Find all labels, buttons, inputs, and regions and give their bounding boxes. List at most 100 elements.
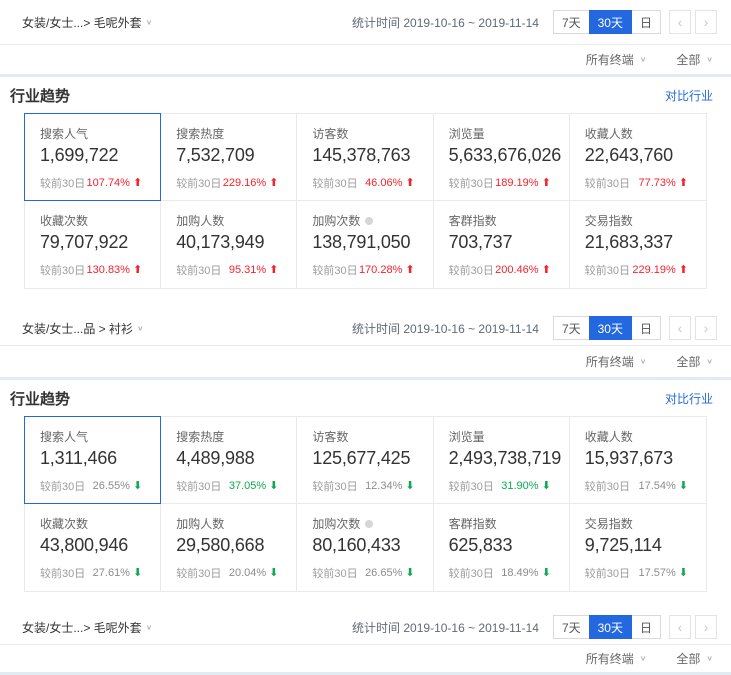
panel-title: 行业趋势	[10, 388, 70, 409]
metric-card[interactable]: 收藏次数 79,707,922 较前30日 130.83% ⬆	[25, 201, 161, 288]
range-30d-button[interactable]: 30天	[589, 316, 632, 340]
range-day-button[interactable]: 日	[631, 10, 661, 34]
breadcrumb-text[interactable]: 女装/女士...品 > 衬衫	[22, 320, 133, 337]
scope-filter-dropdown[interactable]: 全部 ∨	[676, 650, 713, 667]
metric-value: 703,737	[449, 232, 563, 253]
next-button[interactable]: ›	[695, 316, 717, 340]
metric-card[interactable]: 浏览量 2,493,738,719 较前30日 31.90% ⬇	[434, 417, 570, 504]
chevron-down-icon: ∨	[640, 654, 647, 663]
compare-industry-link[interactable]: 对比行业	[665, 390, 713, 407]
baseline-label: 较前30日	[585, 175, 630, 191]
terminal-filter-dropdown[interactable]: 所有终端 ∨	[586, 51, 647, 68]
trend-down-arrow-icon: ⬇	[405, 568, 414, 579]
date-range-button-group: 7天 30天 日	[553, 615, 661, 639]
metric-card[interactable]: 交易指数 9,725,114 较前30日 17.57% ⬇	[570, 504, 706, 591]
date-range-button-group: 7天 30天 日	[553, 10, 661, 34]
metric-label: 加购次数	[312, 212, 360, 229]
metric-card[interactable]: 访客数 125,677,425 较前30日 12.34% ⬇	[297, 417, 433, 504]
metric-label: 访客数	[312, 125, 348, 142]
trend-down-arrow-icon: ⬇	[679, 481, 688, 492]
metric-card[interactable]: 搜索人气 1,311,466 较前30日 26.55% ⬇	[25, 417, 161, 504]
baseline-label: 较前30日	[40, 175, 85, 191]
stats-time-label: 统计时间 2019-10-16 ~ 2019-11-14	[352, 619, 539, 636]
breadcrumb[interactable]: 女装/女士...> 毛呢外套 ∨	[22, 619, 152, 636]
trend-down-arrow-icon: ⬇	[679, 568, 688, 579]
metric-change-pct: 95.31%	[229, 264, 266, 276]
baseline-label: 较前30日	[585, 478, 630, 494]
metric-change-pct: 37.05%	[229, 480, 266, 492]
baseline-label: 较前30日	[40, 478, 85, 494]
metric-card[interactable]: 访客数 145,378,763 较前30日 46.06% ⬆	[297, 114, 433, 201]
metric-change-pct: 46.06%	[365, 177, 402, 189]
info-dot-icon[interactable]	[365, 217, 373, 225]
metric-card[interactable]: 搜索热度 7,532,709 较前30日 229.16% ⬆	[161, 114, 297, 201]
metric-card[interactable]: 客群指数 625,833 较前30日 18.49% ⬇	[434, 504, 570, 591]
terminal-filter-dropdown[interactable]: 所有终端 ∨	[586, 650, 647, 667]
metric-value: 80,160,433	[312, 535, 426, 556]
date-range: 2019-10-16 ~ 2019-11-14	[403, 621, 539, 635]
pager: ‹ ›	[669, 316, 717, 340]
chevron-down-icon: ∨	[146, 18, 153, 27]
metric-card[interactable]: 交易指数 21,683,337 较前30日 229.19% ⬆	[570, 201, 706, 288]
range-7d-button[interactable]: 7天	[553, 10, 590, 34]
breadcrumb[interactable]: 女装/女士...> 毛呢外套 ∨	[22, 14, 152, 31]
info-dot-icon[interactable]	[365, 520, 373, 528]
trend-down-arrow-icon: ⬇	[133, 481, 142, 492]
next-button[interactable]: ›	[695, 10, 717, 34]
prev-button[interactable]: ‹	[669, 10, 691, 34]
metric-label: 加购次数	[312, 515, 360, 532]
next-button[interactable]: ›	[695, 615, 717, 639]
terminal-filter-dropdown[interactable]: 所有终端 ∨	[586, 353, 647, 370]
range-day-button[interactable]: 日	[631, 615, 661, 639]
metric-label: 收藏人数	[585, 428, 633, 445]
metric-card[interactable]: 收藏人数 15,937,673 较前30日 17.54% ⬇	[570, 417, 706, 504]
date-range-button-group: 7天 30天 日	[553, 316, 661, 340]
metric-value: 21,683,337	[585, 232, 700, 253]
trend-down-arrow-icon: ⬇	[269, 481, 278, 492]
scope-filter-dropdown[interactable]: 全部 ∨	[676, 353, 713, 370]
metric-card[interactable]: 加购次数 138,791,050 较前30日 170.28% ⬆	[297, 201, 433, 288]
metric-card[interactable]: 加购人数 40,173,949 较前30日 95.31% ⬆	[161, 201, 297, 288]
metric-value: 22,643,760	[585, 145, 700, 166]
range-day-button[interactable]: 日	[631, 316, 661, 340]
trend-down-arrow-icon: ⬇	[133, 568, 142, 579]
terminal-filter-label: 所有终端	[586, 650, 634, 667]
trend-up-arrow-icon: ⬆	[405, 178, 414, 189]
trend-up-arrow-icon: ⬆	[133, 265, 142, 276]
date-range: 2019-10-16 ~ 2019-11-14	[403, 16, 539, 30]
prev-button[interactable]: ‹	[669, 615, 691, 639]
baseline-label: 较前30日	[176, 175, 221, 191]
metric-card[interactable]: 加购人数 29,580,668 较前30日 20.04% ⬇	[161, 504, 297, 591]
baseline-label: 较前30日	[449, 565, 494, 581]
range-7d-button[interactable]: 7天	[553, 615, 590, 639]
baseline-label: 较前30日	[585, 262, 630, 278]
metric-card[interactable]: 客群指数 703,737 较前30日 200.46% ⬆	[434, 201, 570, 288]
baseline-label: 较前30日	[449, 175, 494, 191]
pager: ‹ ›	[669, 10, 717, 34]
trend-up-arrow-icon: ⬆	[405, 265, 414, 276]
range-30d-button[interactable]: 30天	[589, 10, 632, 34]
metric-value: 2,493,738,719	[449, 448, 563, 469]
compare-industry-link[interactable]: 对比行业	[665, 87, 713, 104]
breadcrumb[interactable]: 女装/女士...品 > 衬衫 ∨	[22, 320, 144, 337]
baseline-label: 较前30日	[585, 565, 630, 581]
metric-card[interactable]: 加购次数 80,160,433 较前30日 26.65% ⬇	[297, 504, 433, 591]
breadcrumb-text[interactable]: 女装/女士...> 毛呢外套	[22, 619, 142, 636]
metric-card[interactable]: 收藏次数 43,800,946 较前30日 27.61% ⬇	[25, 504, 161, 591]
stats-label: 统计时间	[352, 322, 400, 336]
range-30d-button[interactable]: 30天	[589, 615, 632, 639]
metric-change-pct: 20.04%	[229, 567, 266, 579]
metric-change-pct: 31.90%	[501, 480, 538, 492]
metric-change-pct: 18.49%	[501, 567, 538, 579]
metric-card[interactable]: 搜索热度 4,489,988 较前30日 37.05% ⬇	[161, 417, 297, 504]
metric-card[interactable]: 收藏人数 22,643,760 较前30日 77.73% ⬆	[570, 114, 706, 201]
metric-label: 搜索人气	[40, 428, 88, 445]
range-7d-button[interactable]: 7天	[553, 316, 590, 340]
scope-filter-dropdown[interactable]: 全部 ∨	[676, 51, 713, 68]
metric-card[interactable]: 搜索人气 1,699,722 较前30日 107.74% ⬆	[25, 114, 161, 201]
metric-card[interactable]: 浏览量 5,633,676,026 较前30日 189.19% ⬆	[434, 114, 570, 201]
prev-button[interactable]: ‹	[669, 316, 691, 340]
filter-row-3: 所有终端 ∨ 全部 ∨	[0, 645, 731, 672]
metric-change-pct: 200.46%	[495, 264, 538, 276]
breadcrumb-text[interactable]: 女装/女士...> 毛呢外套	[22, 14, 142, 31]
